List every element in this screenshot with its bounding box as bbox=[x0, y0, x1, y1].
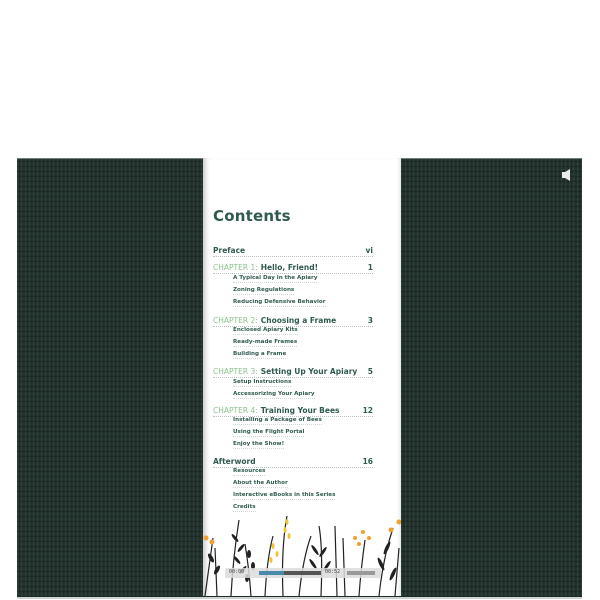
audio-player[interactable]: 00:00 00:52 bbox=[225, 568, 381, 578]
toc-subentry[interactable]: A Typical Day in the Apiary bbox=[233, 275, 318, 283]
chapter-label: CHAPTER 4: bbox=[213, 406, 258, 415]
toc-subentry[interactable]: Using the Flight Portal bbox=[233, 429, 305, 437]
toc-page-number: 12 bbox=[362, 406, 373, 415]
chapter-label: CHAPTER 1: bbox=[213, 263, 258, 272]
toc-subentry[interactable]: Installing a Package of Bees bbox=[233, 417, 322, 425]
toc-subentry[interactable]: Setup Instructions bbox=[233, 379, 292, 387]
toc-page-number: 16 bbox=[362, 457, 373, 466]
page-title: Contents bbox=[213, 207, 291, 225]
progress-bar[interactable] bbox=[259, 571, 321, 575]
toc-subentry[interactable]: Building a Frame bbox=[233, 351, 287, 359]
progress-fill bbox=[259, 571, 284, 575]
toc-entry-label: Preface bbox=[213, 246, 246, 255]
volume-slider[interactable] bbox=[347, 571, 375, 575]
chapter-title: Hello, Friend! bbox=[260, 263, 318, 272]
toc-subentry[interactable]: Zoning Regulations bbox=[233, 287, 295, 295]
toc-subentry[interactable]: Ready-made Frames bbox=[233, 339, 298, 347]
contents-page: Contents Preface vi CHAPTER 1: Hello, Fri… bbox=[203, 158, 401, 596]
toc-subentry[interactable]: Resources bbox=[233, 468, 266, 476]
toc-entry-chapter-2[interactable]: CHAPTER 2: Choosing a Frame 3 bbox=[213, 316, 373, 327]
toc-subentry[interactable]: Accessorizing Your Apiary bbox=[233, 391, 315, 399]
speaker-icon[interactable] bbox=[561, 168, 573, 182]
toc-entry-preface[interactable]: Preface vi bbox=[213, 246, 373, 257]
toc-entry-chapter-3[interactable]: CHAPTER 3: Setting Up Your Apiary 5 bbox=[213, 367, 373, 378]
chapter-title: Setting Up Your Apiary bbox=[260, 367, 358, 376]
wildflower-illustration bbox=[203, 515, 401, 596]
toc-entry-chapter-1[interactable]: CHAPTER 1: Hello, Friend! 1 bbox=[213, 263, 373, 274]
chapter-label: CHAPTER 2: bbox=[213, 316, 258, 325]
toc-page-number: 5 bbox=[367, 367, 373, 376]
chapter-title: Choosing a Frame bbox=[260, 316, 337, 325]
chapter-label: CHAPTER 3: bbox=[213, 367, 258, 376]
toc-page-number: 3 bbox=[367, 316, 373, 325]
toc-entry-label: Afterword bbox=[213, 457, 256, 466]
chapter-title: Training Your Bees bbox=[260, 406, 340, 415]
toc-entry-chapter-4[interactable]: CHAPTER 4: Training Your Bees 12 bbox=[213, 406, 373, 417]
toc-entry-afterword[interactable]: Afterword 16 bbox=[213, 457, 373, 468]
toc-subentry[interactable]: Enclosed Apiary Kits bbox=[233, 327, 298, 335]
toc-page-number: vi bbox=[365, 246, 373, 255]
toc-subentry[interactable]: Enjoy the Show! bbox=[233, 441, 285, 449]
toc-subentry[interactable]: Reducing Defensive Behavior bbox=[233, 299, 326, 307]
toc-page-number: 1 bbox=[367, 263, 373, 272]
current-time: 00:00 bbox=[229, 569, 245, 575]
duration: 00:52 bbox=[325, 569, 341, 575]
toc-subentry[interactable]: Interactive eBooks in this Series bbox=[233, 492, 336, 500]
toc-subentry[interactable]: About the Author bbox=[233, 480, 288, 488]
